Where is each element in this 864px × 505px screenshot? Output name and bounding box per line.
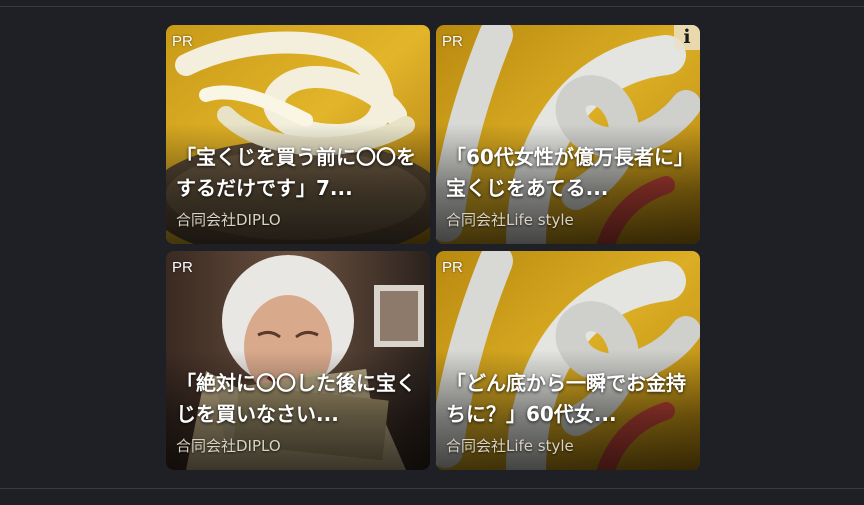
info-icon[interactable]: i bbox=[674, 25, 700, 50]
ad-advertiser: 合同会社Life style bbox=[446, 437, 574, 455]
ad-title[interactable]: 「どん底から一瞬でお金持ちに？」60代女... bbox=[446, 368, 692, 430]
ad-card-3[interactable]: PR 「絶対に〇〇した後に宝くじを買いなさい... 合同会社DIPLO bbox=[166, 251, 430, 470]
ad-title[interactable]: 「絶対に〇〇した後に宝くじを買いなさい... bbox=[176, 368, 422, 430]
pr-label: PR bbox=[172, 33, 193, 50]
pr-label: PR bbox=[442, 33, 463, 50]
ad-title[interactable]: 「60代女性が億万長者に」宝くじをあてる... bbox=[446, 142, 692, 204]
top-divider bbox=[0, 6, 864, 7]
ad-card-4[interactable]: PR 「どん底から一瞬でお金持ちに？」60代女... 合同会社Life styl… bbox=[436, 251, 700, 470]
pr-label: PR bbox=[442, 259, 463, 276]
ad-advertiser: 合同会社DIPLO bbox=[176, 437, 281, 455]
ad-advertiser: 合同会社DIPLO bbox=[176, 211, 281, 229]
ad-grid: PR 「宝くじを買う前に〇〇をするだけです」7... 合同会社DIPLO PR … bbox=[166, 25, 700, 470]
ad-title[interactable]: 「宝くじを買う前に〇〇をするだけです」7... bbox=[176, 142, 422, 204]
ad-card-2[interactable]: PR i 「60代女性が億万長者に」宝くじをあてる... 合同会社Life st… bbox=[436, 25, 700, 244]
ad-card-1[interactable]: PR 「宝くじを買う前に〇〇をするだけです」7... 合同会社DIPLO bbox=[166, 25, 430, 244]
pr-label: PR bbox=[172, 259, 193, 276]
bottom-divider bbox=[0, 488, 864, 489]
ad-advertiser: 合同会社Life style bbox=[446, 211, 574, 229]
